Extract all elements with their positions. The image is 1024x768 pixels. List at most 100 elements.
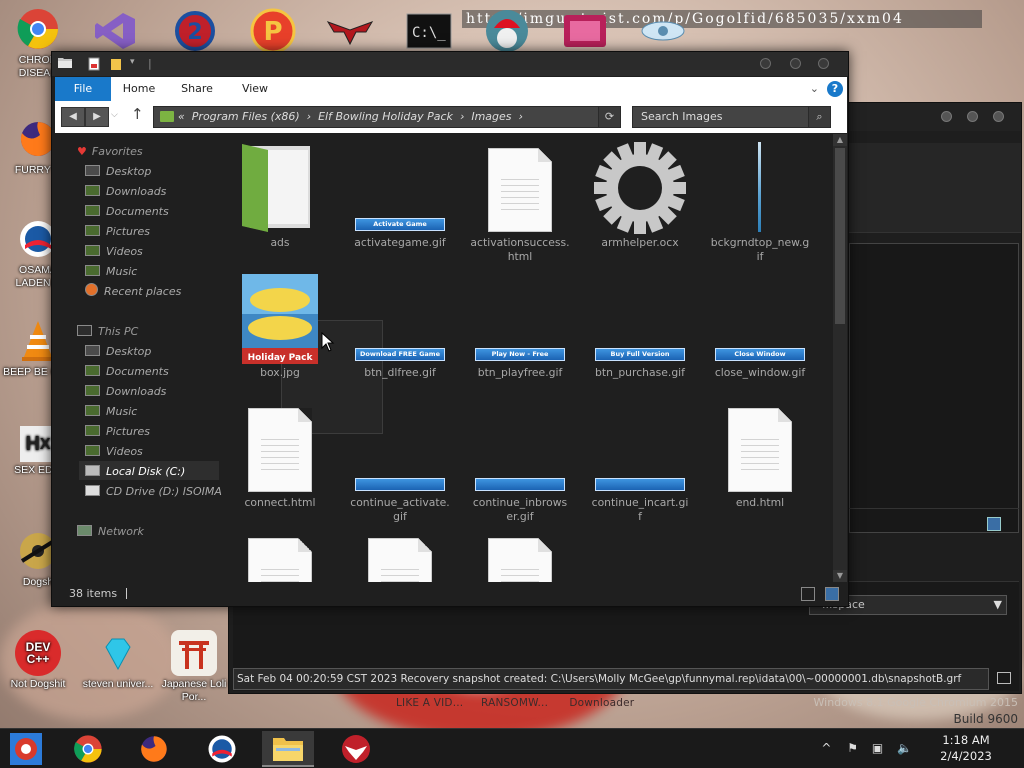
nav-favorites-documents[interactable]: Documents xyxy=(85,203,169,221)
nav-favorites-desktop[interactable]: Desktop xyxy=(85,163,151,181)
file-item[interactable]: Play Now - Free btn_playfree.gif xyxy=(468,270,572,380)
monitor-icon[interactable] xyxy=(997,672,1011,684)
file-item[interactable]: activationsuccess.html xyxy=(468,140,572,264)
file-item[interactable]: continue_activate.gif xyxy=(348,400,452,524)
taskbar-eagle-app[interactable] xyxy=(330,731,382,767)
file-item[interactable]: ads xyxy=(228,140,332,250)
taskbar-obama-app[interactable] xyxy=(196,731,248,767)
up-arrow-icon[interactable]: ↑ xyxy=(131,105,144,123)
terminal-icon[interactable]: C:\_ xyxy=(404,6,454,56)
breadcrumb-overflow[interactable]: « xyxy=(178,110,185,123)
file-item[interactable]: connect.html xyxy=(228,400,332,510)
file-explorer-window[interactable]: ▾ | File Home Share View ⌄ ? ◀ ▶ ⌵ ↑ « P… xyxy=(51,51,849,607)
scrollbar-thumb[interactable] xyxy=(835,148,845,324)
file-list[interactable]: ads Activate Game activategame.gif activ… xyxy=(223,134,833,582)
nav-pc-music[interactable]: Music xyxy=(85,403,137,421)
properties-icon[interactable] xyxy=(88,57,102,71)
video-icon[interactable] xyxy=(560,6,610,56)
file-item[interactable]: Activate Game activategame.gif xyxy=(348,140,452,250)
nav-pc-pictures[interactable]: Pictures xyxy=(85,423,150,441)
help-icon[interactable]: ? xyxy=(827,81,843,97)
nav-favorites-downloads[interactable]: Downloads xyxy=(85,183,166,201)
close-icon[interactable] xyxy=(818,58,829,69)
file-item[interactable]: continue_inbrowser.gif xyxy=(468,400,572,524)
large-icons-view-icon[interactable] xyxy=(825,587,839,601)
p-logo-icon[interactable]: P xyxy=(248,6,298,56)
expand-ribbon-icon[interactable]: ⌄ xyxy=(810,82,819,95)
file-item[interactable]: Download FREE Game btn_dlfree.gif xyxy=(348,270,452,380)
desktop-icon-label[interactable]: LIKE A VID... xyxy=(396,697,463,709)
desktop-icon-label[interactable]: RANSOMW... xyxy=(481,697,548,709)
file-item[interactable]: armhelper.ocx xyxy=(588,140,692,250)
system-clock[interactable]: 1:18 AM 2/4/2023 xyxy=(918,732,1014,764)
tab-share[interactable]: Share xyxy=(173,77,221,101)
save-icon[interactable] xyxy=(987,517,1001,531)
file-item[interactable] xyxy=(468,530,572,582)
flag-icon[interactable]: ⚑ xyxy=(847,741,858,755)
taskbar-chrome[interactable] xyxy=(62,731,114,767)
file-item[interactable] xyxy=(348,530,452,582)
santa-avatar-icon[interactable] xyxy=(482,6,532,56)
address-bar[interactable]: « Program Files (x86) › Elf Bowling Holi… xyxy=(153,106,621,128)
explorer-titlebar[interactable]: ▾ | xyxy=(52,52,848,76)
minimize-icon[interactable] xyxy=(760,58,771,69)
scroll-down-icon[interactable]: ▼ xyxy=(833,570,847,582)
network-icon[interactable]: ▣ xyxy=(872,741,883,755)
nav-favorites-music[interactable]: Music xyxy=(85,263,137,281)
nav-pc-local-disk[interactable]: Local Disk (C:) xyxy=(85,463,185,481)
close-icon[interactable] xyxy=(993,111,1004,122)
volume-icon[interactable]: 🔈 xyxy=(897,741,912,755)
nav-favorites-recent-places[interactable]: Recent places xyxy=(85,283,181,301)
refresh-icon[interactable]: ⟳ xyxy=(598,107,620,127)
nav-favorites-videos[interactable]: Videos xyxy=(85,243,143,261)
nav-pc-cd-drive[interactable]: CD Drive (D:) ISOIMA xyxy=(85,483,222,501)
taskbar-file-explorer[interactable] xyxy=(262,731,314,767)
file-item[interactable]: Holiday Pack box.jpg xyxy=(228,270,332,380)
scroll-up-icon[interactable]: ▲ xyxy=(833,134,847,146)
eagle-logo-icon[interactable] xyxy=(325,6,375,56)
maximize-icon[interactable] xyxy=(967,111,978,122)
file-item[interactable] xyxy=(228,530,332,582)
nav-favorites-pictures[interactable]: Pictures xyxy=(85,223,150,241)
desktop-icon-japanese[interactable]: Japanese Loli Por... xyxy=(158,630,230,704)
breadcrumb-separator[interactable]: › xyxy=(307,110,311,123)
minimize-icon[interactable] xyxy=(941,111,952,122)
nav-this-pc[interactable]: This PC xyxy=(77,323,138,341)
file-item[interactable]: Close Window close_window.gif xyxy=(708,270,812,380)
number-two-icon[interactable]: 2 xyxy=(170,6,220,56)
nav-pc-documents[interactable]: Documents xyxy=(85,363,169,381)
tab-home[interactable]: Home xyxy=(115,77,163,101)
chevron-down-icon[interactable]: ▾ xyxy=(130,57,144,71)
nav-pc-downloads[interactable]: Downloads xyxy=(85,383,166,401)
details-view-icon[interactable] xyxy=(801,587,815,601)
file-item[interactable]: bckgrndtop_new.gif xyxy=(708,140,812,264)
nav-pc-desktop[interactable]: Desktop xyxy=(85,343,151,361)
taskbar-firefox[interactable] xyxy=(128,731,180,767)
breadcrumb-separator[interactable]: › xyxy=(519,110,523,123)
file-item[interactable]: Buy Full Version btn_purchase.gif xyxy=(588,270,692,380)
desktop-icon-steven-universe[interactable]: steven univer... xyxy=(82,630,154,691)
tab-view[interactable]: View xyxy=(231,77,279,101)
nav-pc-videos[interactable]: Videos xyxy=(85,443,143,461)
tab-file[interactable]: File xyxy=(55,77,111,101)
nav-favorites[interactable]: ♥ Favorites xyxy=(77,143,143,161)
desktop-icon-label[interactable]: Downloader xyxy=(569,697,634,709)
forward-button[interactable]: ▶ xyxy=(85,107,109,127)
nav-network[interactable]: Network xyxy=(77,523,144,541)
back-button[interactable]: ◀ xyxy=(61,107,85,127)
new-folder-icon[interactable] xyxy=(110,57,124,71)
background-list-panel[interactable] xyxy=(849,243,1019,533)
eye-logo-icon[interactable] xyxy=(638,6,688,56)
breadcrumb-item[interactable]: Elf Bowling Holiday Pack xyxy=(318,110,453,123)
taskbar-chromium[interactable] xyxy=(0,731,52,767)
search-input[interactable]: Search Images ⌕ xyxy=(632,106,831,128)
desktop-icon-dev-cpp[interactable]: DEV C++ Not Dogshit xyxy=(2,630,74,691)
chevron-up-icon[interactable]: ^ xyxy=(821,741,831,755)
file-item[interactable]: continue_incart.gif xyxy=(588,400,692,524)
visual-studio-icon[interactable] xyxy=(90,6,140,56)
breadcrumb-separator[interactable]: › xyxy=(460,110,464,123)
search-icon[interactable]: ⌕ xyxy=(808,107,830,127)
breadcrumb-item[interactable]: Program Files (x86) xyxy=(192,110,300,123)
breadcrumb-item[interactable]: Images xyxy=(471,110,511,123)
vertical-scrollbar[interactable]: ▲ ▼ xyxy=(833,134,847,582)
